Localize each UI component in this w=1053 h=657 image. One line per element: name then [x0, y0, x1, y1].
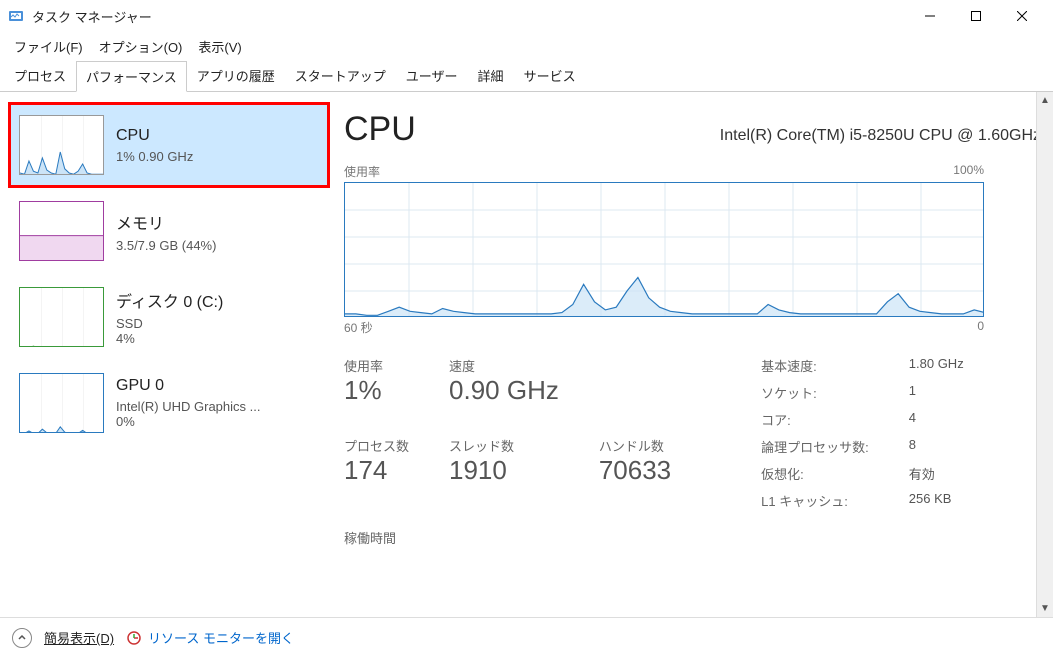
- sidebar-item-disk[interactable]: ディスク 0 (C:) SSD 4%: [8, 274, 330, 360]
- sidebar: CPU 1% 0.90 GHz メモリ 3.5/7.9 GB (44%) ディス…: [0, 92, 330, 617]
- titlebar: タスク マネージャー: [0, 0, 1053, 32]
- vertical-scrollbar[interactable]: ▲ ▼: [1036, 92, 1053, 617]
- tabs: プロセス パフォーマンス アプリの履歴 スタートアップ ユーザー 詳細 サービス: [0, 60, 1053, 92]
- l1-value: 256 KB: [909, 491, 964, 510]
- stat-threads-value: 1910: [449, 455, 559, 486]
- sidebar-memory-sub: 3.5/7.9 GB (44%): [116, 238, 216, 253]
- sockets-label: ソケット:: [761, 383, 869, 402]
- sidebar-memory-title: メモリ: [116, 210, 216, 234]
- logical-value: 8: [909, 437, 964, 456]
- chart-label-max: 100%: [953, 163, 984, 180]
- tab-performance[interactable]: パフォーマンス: [76, 61, 187, 92]
- stat-handles-value: 70633: [599, 455, 671, 486]
- stat-usage-value: 1%: [344, 375, 409, 406]
- sidebar-gpu-title: GPU 0: [116, 377, 260, 395]
- sidebar-gpu-sub1: Intel(R) UHD Graphics ...: [116, 399, 260, 414]
- disk-thumb: [19, 287, 104, 347]
- stat-speed-value: 0.90 GHz: [449, 375, 559, 406]
- tab-users[interactable]: ユーザー: [396, 60, 468, 91]
- virt-value: 有効: [909, 464, 964, 483]
- detail-pane: CPU Intel(R) Core(TM) i5-8250U CPU @ 1.6…: [330, 92, 1053, 617]
- sockets-value: 1: [909, 383, 964, 402]
- chart-bottom-right: 0: [977, 319, 984, 336]
- resmon-icon: [126, 630, 142, 646]
- cores-label: コア:: [761, 410, 869, 429]
- tab-startup[interactable]: スタートアップ: [285, 60, 396, 91]
- sidebar-item-gpu[interactable]: GPU 0 Intel(R) UHD Graphics ... 0%: [8, 360, 330, 446]
- window-title: タスク マネージャー: [32, 7, 907, 26]
- fewer-details-link[interactable]: 簡易表示(D): [44, 628, 114, 647]
- sidebar-disk-title: ディスク 0 (C:): [116, 288, 223, 312]
- stat-handles-label: ハンドル数: [599, 436, 671, 455]
- chart-label-usage: 使用率: [344, 163, 380, 180]
- memory-thumb: [19, 201, 104, 261]
- sidebar-gpu-sub2: 0%: [116, 414, 260, 429]
- l1-label: L1 キャッシュ:: [761, 491, 869, 510]
- menu-view[interactable]: 表示(V): [192, 35, 247, 58]
- menu-options[interactable]: オプション(O): [93, 35, 189, 58]
- app-icon: [8, 8, 24, 24]
- detail-title: CPU: [344, 110, 416, 149]
- stat-speed-label: 速度: [449, 356, 559, 375]
- virt-label: 仮想化:: [761, 464, 869, 483]
- base-speed-label: 基本速度:: [761, 356, 869, 375]
- stat-threads-label: スレッド数: [449, 436, 559, 455]
- scroll-up-icon[interactable]: ▲: [1037, 92, 1053, 109]
- uptime-label: 稼働時間: [344, 528, 1041, 547]
- gpu-thumb: [19, 373, 104, 433]
- resource-monitor-link[interactable]: リソース モニターを開く: [126, 628, 294, 647]
- stat-processes-value: 174: [344, 455, 409, 486]
- logical-label: 論理プロセッサ数:: [761, 437, 869, 456]
- scroll-down-icon[interactable]: ▼: [1037, 600, 1053, 617]
- fewer-details-chevron-icon[interactable]: [12, 628, 32, 648]
- stat-processes-label: プロセス数: [344, 436, 409, 455]
- tab-details[interactable]: 詳細: [468, 60, 514, 91]
- detail-model: Intel(R) Core(TM) i5-8250U CPU @ 1.60GHz: [720, 127, 1041, 145]
- minimize-button[interactable]: [907, 0, 953, 32]
- sidebar-item-memory[interactable]: メモリ 3.5/7.9 GB (44%): [8, 188, 330, 274]
- sidebar-disk-sub1: SSD: [116, 316, 223, 331]
- stat-usage-label: 使用率: [344, 356, 409, 375]
- tab-app-history[interactable]: アプリの履歴: [187, 60, 285, 91]
- cpu-thumb: [19, 115, 104, 175]
- base-speed-value: 1.80 GHz: [909, 356, 964, 375]
- cores-value: 4: [909, 410, 964, 429]
- tab-processes[interactable]: プロセス: [4, 60, 76, 91]
- sidebar-item-cpu[interactable]: CPU 1% 0.90 GHz: [8, 102, 330, 188]
- close-button[interactable]: [999, 0, 1045, 32]
- chart-bottom-left: 60 秒: [344, 319, 373, 336]
- maximize-button[interactable]: [953, 0, 999, 32]
- menubar: ファイル(F) オプション(O) 表示(V): [0, 32, 1053, 60]
- menu-file[interactable]: ファイル(F): [8, 35, 89, 58]
- cpu-usage-chart: [344, 182, 984, 317]
- sidebar-cpu-title: CPU: [116, 127, 193, 145]
- sidebar-disk-sub2: 4%: [116, 331, 223, 346]
- sidebar-cpu-sub: 1% 0.90 GHz: [116, 149, 193, 164]
- tab-services[interactable]: サービス: [514, 60, 586, 91]
- footer: 簡易表示(D) リソース モニターを開く: [0, 617, 1053, 657]
